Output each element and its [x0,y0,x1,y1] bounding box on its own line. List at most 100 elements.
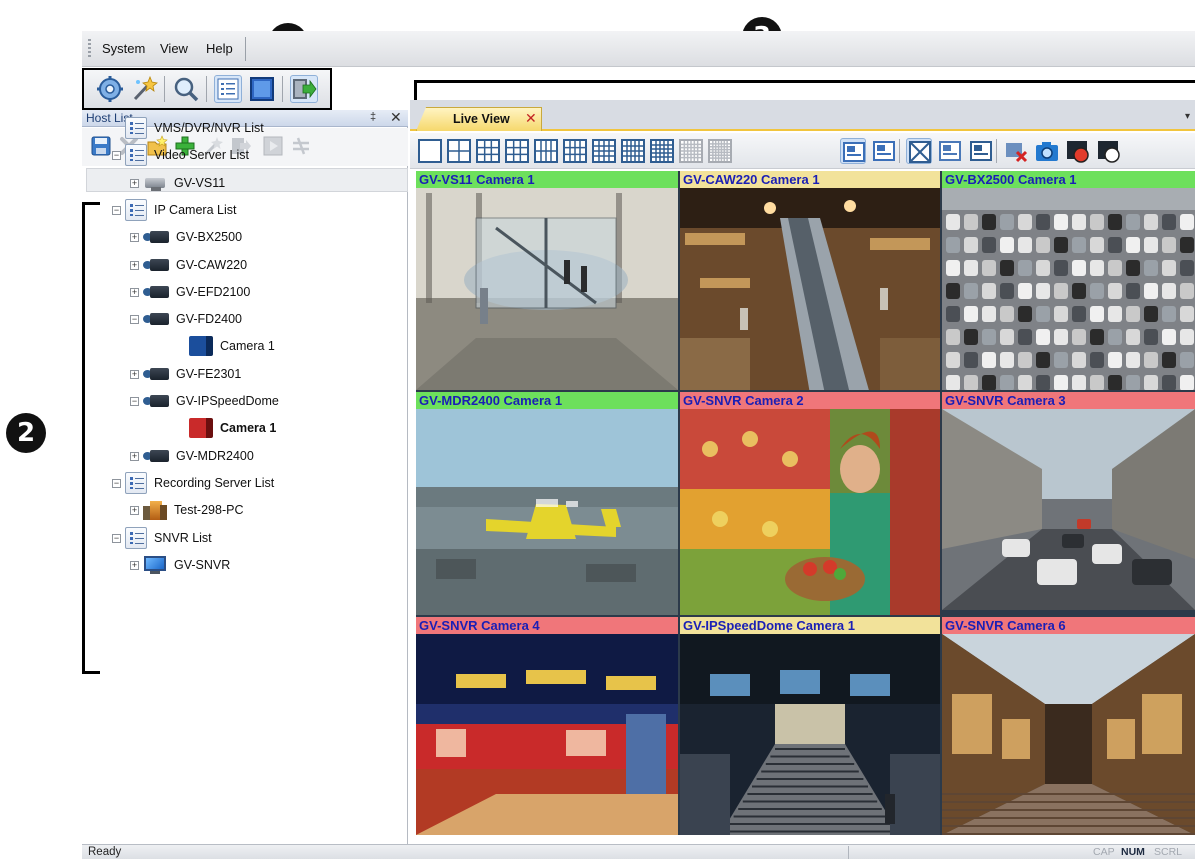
tree-node-label: Camera 1 [220,421,277,435]
camera-view[interactable]: GV-IPSpeedDome Camera 1 [680,617,940,835]
tree-node[interactable]: + GV-SNVR [130,554,230,576]
camera-view[interactable]: GV-VS11 Camera 1 [416,171,678,390]
tree-node[interactable]: − GV-IPSpeedDome [130,390,279,412]
search-icon[interactable] [172,75,200,103]
camera-title: GV-VS11 Camera 1 [416,171,678,188]
pip-icon[interactable] [937,138,963,164]
fit-window-icon[interactable] [968,138,994,164]
settings-gear-icon[interactable] [96,75,124,103]
camera-grid: GV-VS11 Camera 1 GV-CAW220 Camera 1 GV-BX2… [416,171,1195,835]
clear-channel-icon[interactable] [1003,138,1029,164]
record-all-icon[interactable] [1096,138,1122,164]
expand-icon[interactable]: + [130,505,139,515]
camera-view[interactable]: GV-SNVR Camera 6 [942,617,1195,835]
tab-dropdown-icon[interactable]: ▾ [1185,111,1190,122]
full-screen-icon[interactable] [906,138,932,164]
exit-icon[interactable] [290,75,318,103]
list-icon [125,199,147,221]
collapse-icon[interactable]: − [112,150,121,160]
screen-division-icon[interactable] [871,138,897,164]
menu-help[interactable]: Help [206,41,233,56]
menu-view[interactable]: View [160,41,188,56]
layout-5x5-button[interactable] [650,139,674,163]
collapse-icon[interactable]: − [112,478,121,488]
tree-node[interactable]: VMS/DVR/NVR List [112,117,264,139]
expand-icon[interactable]: + [130,287,139,297]
layout-2x4-button[interactable] [534,139,558,163]
expand-icon[interactable]: + [130,369,139,379]
tree-node[interactable]: − GV-FD2400 [130,308,242,330]
list-icon [125,117,147,139]
snapshot-icon[interactable] [1034,138,1060,164]
camera-title: GV-SNVR Camera 6 [942,617,1195,634]
tree-node[interactable]: − IP Camera List [112,199,236,221]
collapse-icon[interactable]: − [130,314,139,324]
document-tab-strip: Live View ✕ [410,100,1195,131]
toolbar-separator [899,139,900,163]
camera-view[interactable]: GV-MDR2400 Camera 1 [416,392,678,615]
expand-icon[interactable]: + [130,560,139,570]
expand-icon[interactable]: + [130,260,139,270]
expand-icon[interactable]: + [130,178,139,188]
tree-node[interactable]: Camera 1 [176,335,275,357]
layout-2x2-button[interactable] [447,139,471,163]
camera-view[interactable]: GV-BX2500 Camera 1 [942,171,1195,390]
status-bar: Ready CAP NUM SCRL [82,844,1195,859]
callout-bracket-2 [82,202,100,674]
wizard-icon[interactable] [130,75,158,103]
layout-6x6-button[interactable] [679,139,703,163]
auto-scan-icon[interactable] [840,138,866,164]
collapse-icon[interactable]: − [130,396,139,406]
menu-system[interactable]: System [102,41,145,56]
camera-icon [143,256,169,274]
tree-node[interactable]: + GV-VS11 [130,172,225,194]
host-list-icon[interactable] [214,75,242,103]
live-view-icon[interactable] [248,75,276,103]
disconnect-icon[interactable] [290,135,312,157]
layout-4x4-button[interactable] [592,139,616,163]
collapse-icon[interactable]: − [112,205,121,215]
status-text: Ready [88,846,122,858]
tab-close-icon[interactable]: ✕ [525,110,537,127]
channel-blue-icon [189,336,213,356]
camera-icon [143,228,169,246]
tree-node[interactable]: − Video Server List [112,144,249,166]
close-icon[interactable]: ✕ [390,109,402,126]
layout-3x3-button[interactable] [505,139,529,163]
camera-view[interactable]: GV-SNVR Camera 3 [942,392,1195,615]
tree-node[interactable]: − SNVR List [112,527,212,549]
save-icon[interactable] [90,135,112,157]
expand-icon[interactable]: + [130,451,139,461]
layout-1x1-button[interactable] [418,139,442,163]
camera-view[interactable]: GV-SNVR Camera 4 [416,617,678,835]
tree-node[interactable]: + GV-MDR2400 [130,445,254,467]
record-icon[interactable] [1065,138,1091,164]
num-lock-indicator: NUM [1121,846,1145,858]
layout-1+5-button[interactable] [476,139,500,163]
tree-node-label: Video Server List [154,148,249,162]
tree-node-label: GV-MDR2400 [176,449,254,463]
pin-icon[interactable]: ‡ [370,111,376,123]
play-icon[interactable] [262,135,284,157]
tree-node[interactable]: + GV-EFD2100 [130,281,250,303]
tab-live-view[interactable]: Live View ✕ [416,107,542,131]
camera-view[interactable]: GV-CAW220 Camera 1 [680,171,940,390]
tree-node[interactable]: + GV-CAW220 [130,254,247,276]
tree-node-label: IP Camera List [154,203,237,217]
layout-3x4-button[interactable] [563,139,587,163]
expand-icon[interactable]: + [130,232,139,242]
tree-node[interactable]: − Recording Server List [112,472,274,494]
tree-node-label: SNVR List [154,531,212,545]
monitor-icon [143,555,167,575]
layout-7x7-button[interactable] [708,139,732,163]
tree-node[interactable]: + GV-FE2301 [130,363,241,385]
tree-node[interactable]: Camera 1 [176,417,276,439]
tree-node[interactable]: + GV-BX2500 [130,226,242,248]
tree-node-label: VMS/DVR/NVR List [154,121,264,135]
collapse-icon[interactable]: − [112,533,121,543]
tree-node-label: Camera 1 [220,339,275,353]
tree-node[interactable]: + Test-298-PC [130,499,243,521]
layout-4x5-button[interactable] [621,139,645,163]
menu-grip[interactable] [88,39,91,59]
camera-view[interactable]: GV-SNVR Camera 2 [680,392,940,615]
